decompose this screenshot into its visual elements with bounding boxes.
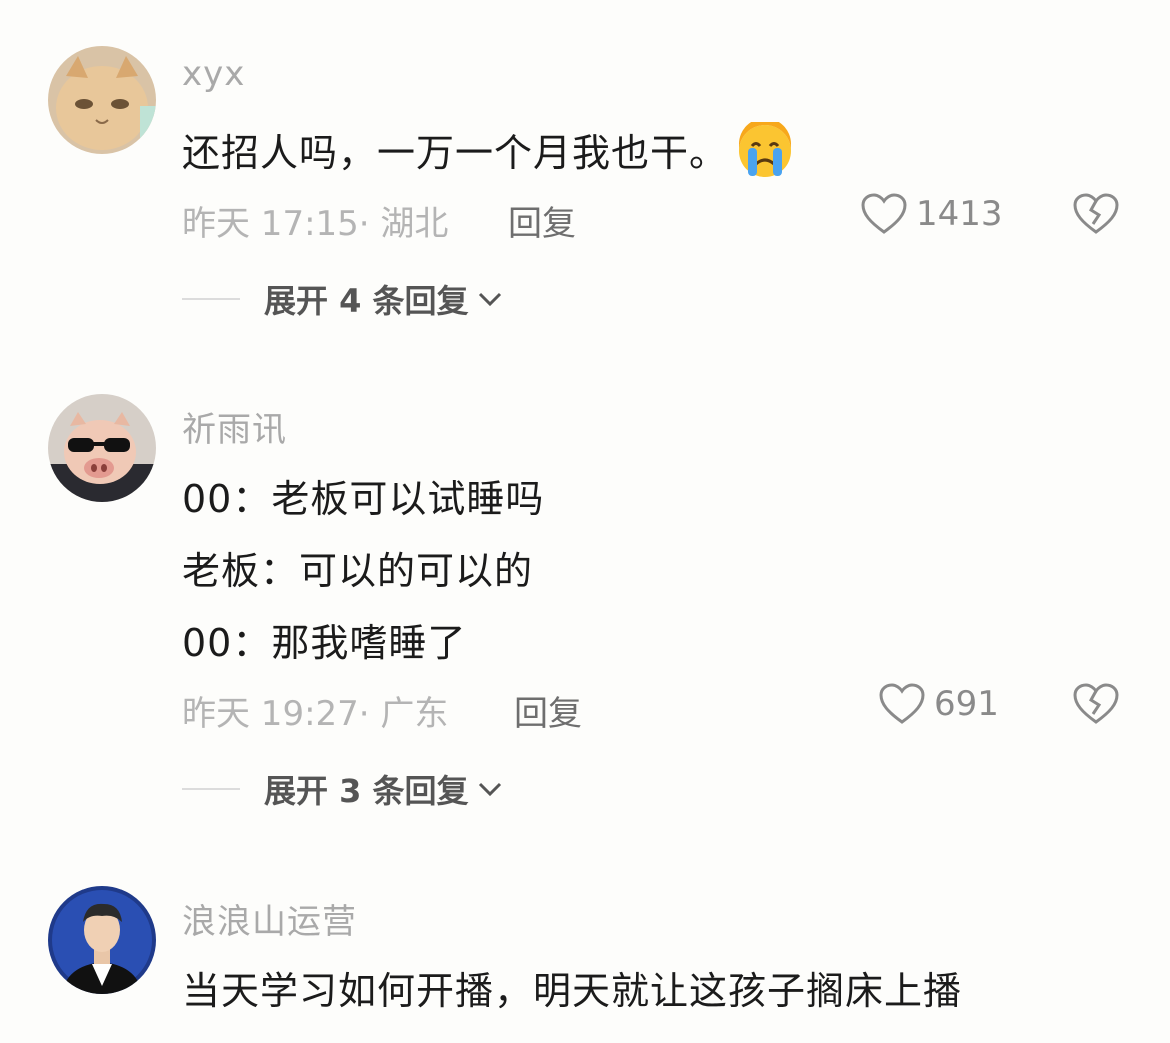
expand-replies-label[interactable]: 展开 3 条回复 xyxy=(264,766,469,812)
dislike-button[interactable] xyxy=(1072,192,1120,240)
pig-sunglasses-avatar-icon xyxy=(48,394,156,502)
comment-item: xyx 还招人吗，一万一个月我也干。 昨天 17:15· 湖北 回复 1413 … xyxy=(0,46,1170,346)
avatar[interactable] xyxy=(48,46,156,154)
business-man-avatar-icon xyxy=(48,886,156,994)
comment-text-line: 老板：可以的可以的 xyxy=(182,549,534,593)
comment-text-line: 00：老板可以试睡吗 xyxy=(182,477,545,521)
crying-face-icon xyxy=(736,118,794,189)
comment-text-line: 00：那我嗜睡了 xyxy=(182,621,467,665)
comment-item: 祈雨讯 00：老板可以试睡吗 老板：可以的可以的 00：那我嗜睡了 昨天 19:… xyxy=(0,394,1170,834)
expand-replies-label[interactable]: 展开 4 条回复 xyxy=(264,276,469,322)
avatar[interactable] xyxy=(48,886,156,994)
chevron-down-icon xyxy=(478,292,501,307)
broken-heart-icon xyxy=(1073,193,1119,234)
comment-text-line: 还招人吗，一万一个月我也干。 xyxy=(182,131,729,175)
cat-avatar-icon xyxy=(48,46,156,154)
username[interactable]: xyx xyxy=(182,54,245,94)
timestamp: 昨天 19:27 xyxy=(182,694,359,734)
chevron-down-icon xyxy=(478,782,501,797)
heart-icon xyxy=(861,193,907,234)
dislike-button[interactable] xyxy=(1072,682,1120,730)
divider xyxy=(182,788,240,790)
comment-meta: 昨天 19:27· 广东 xyxy=(182,694,449,734)
divider xyxy=(182,298,240,300)
timestamp: 昨天 17:15 xyxy=(182,204,359,244)
location: 湖北 xyxy=(380,204,449,244)
comment-feed: xyx 还招人吗，一万一个月我也干。 昨天 17:15· 湖北 回复 1413 … xyxy=(0,0,1170,1043)
comment-meta: 昨天 17:15· 湖北 xyxy=(182,204,449,244)
comment-text: 还招人吗，一万一个月我也干。 xyxy=(182,118,794,189)
like-button[interactable]: 691 xyxy=(878,682,999,726)
broken-heart-icon xyxy=(1073,683,1119,724)
avatar[interactable] xyxy=(48,394,156,502)
expand-replies[interactable]: 展开 3 条回复 xyxy=(182,766,503,812)
like-count: 691 xyxy=(934,684,999,724)
heart-icon xyxy=(879,683,925,724)
reply-button[interactable]: 回复 xyxy=(508,196,576,245)
comment-item: 浪浪山运营 当天学习如何开播，明天就让这孩子搁床上播 xyxy=(0,886,1170,1043)
reply-button[interactable]: 回复 xyxy=(514,686,582,735)
like-count: 1413 xyxy=(916,194,1003,234)
username[interactable]: 浪浪山运营 xyxy=(182,894,357,943)
expand-replies[interactable]: 展开 4 条回复 xyxy=(182,276,503,322)
comment-text-line: 当天学习如何开播，明天就让这孩子搁床上播 xyxy=(182,969,963,1013)
like-button[interactable]: 1413 xyxy=(860,192,1003,236)
username[interactable]: 祈雨讯 xyxy=(182,402,287,451)
location: 广东 xyxy=(380,694,449,734)
